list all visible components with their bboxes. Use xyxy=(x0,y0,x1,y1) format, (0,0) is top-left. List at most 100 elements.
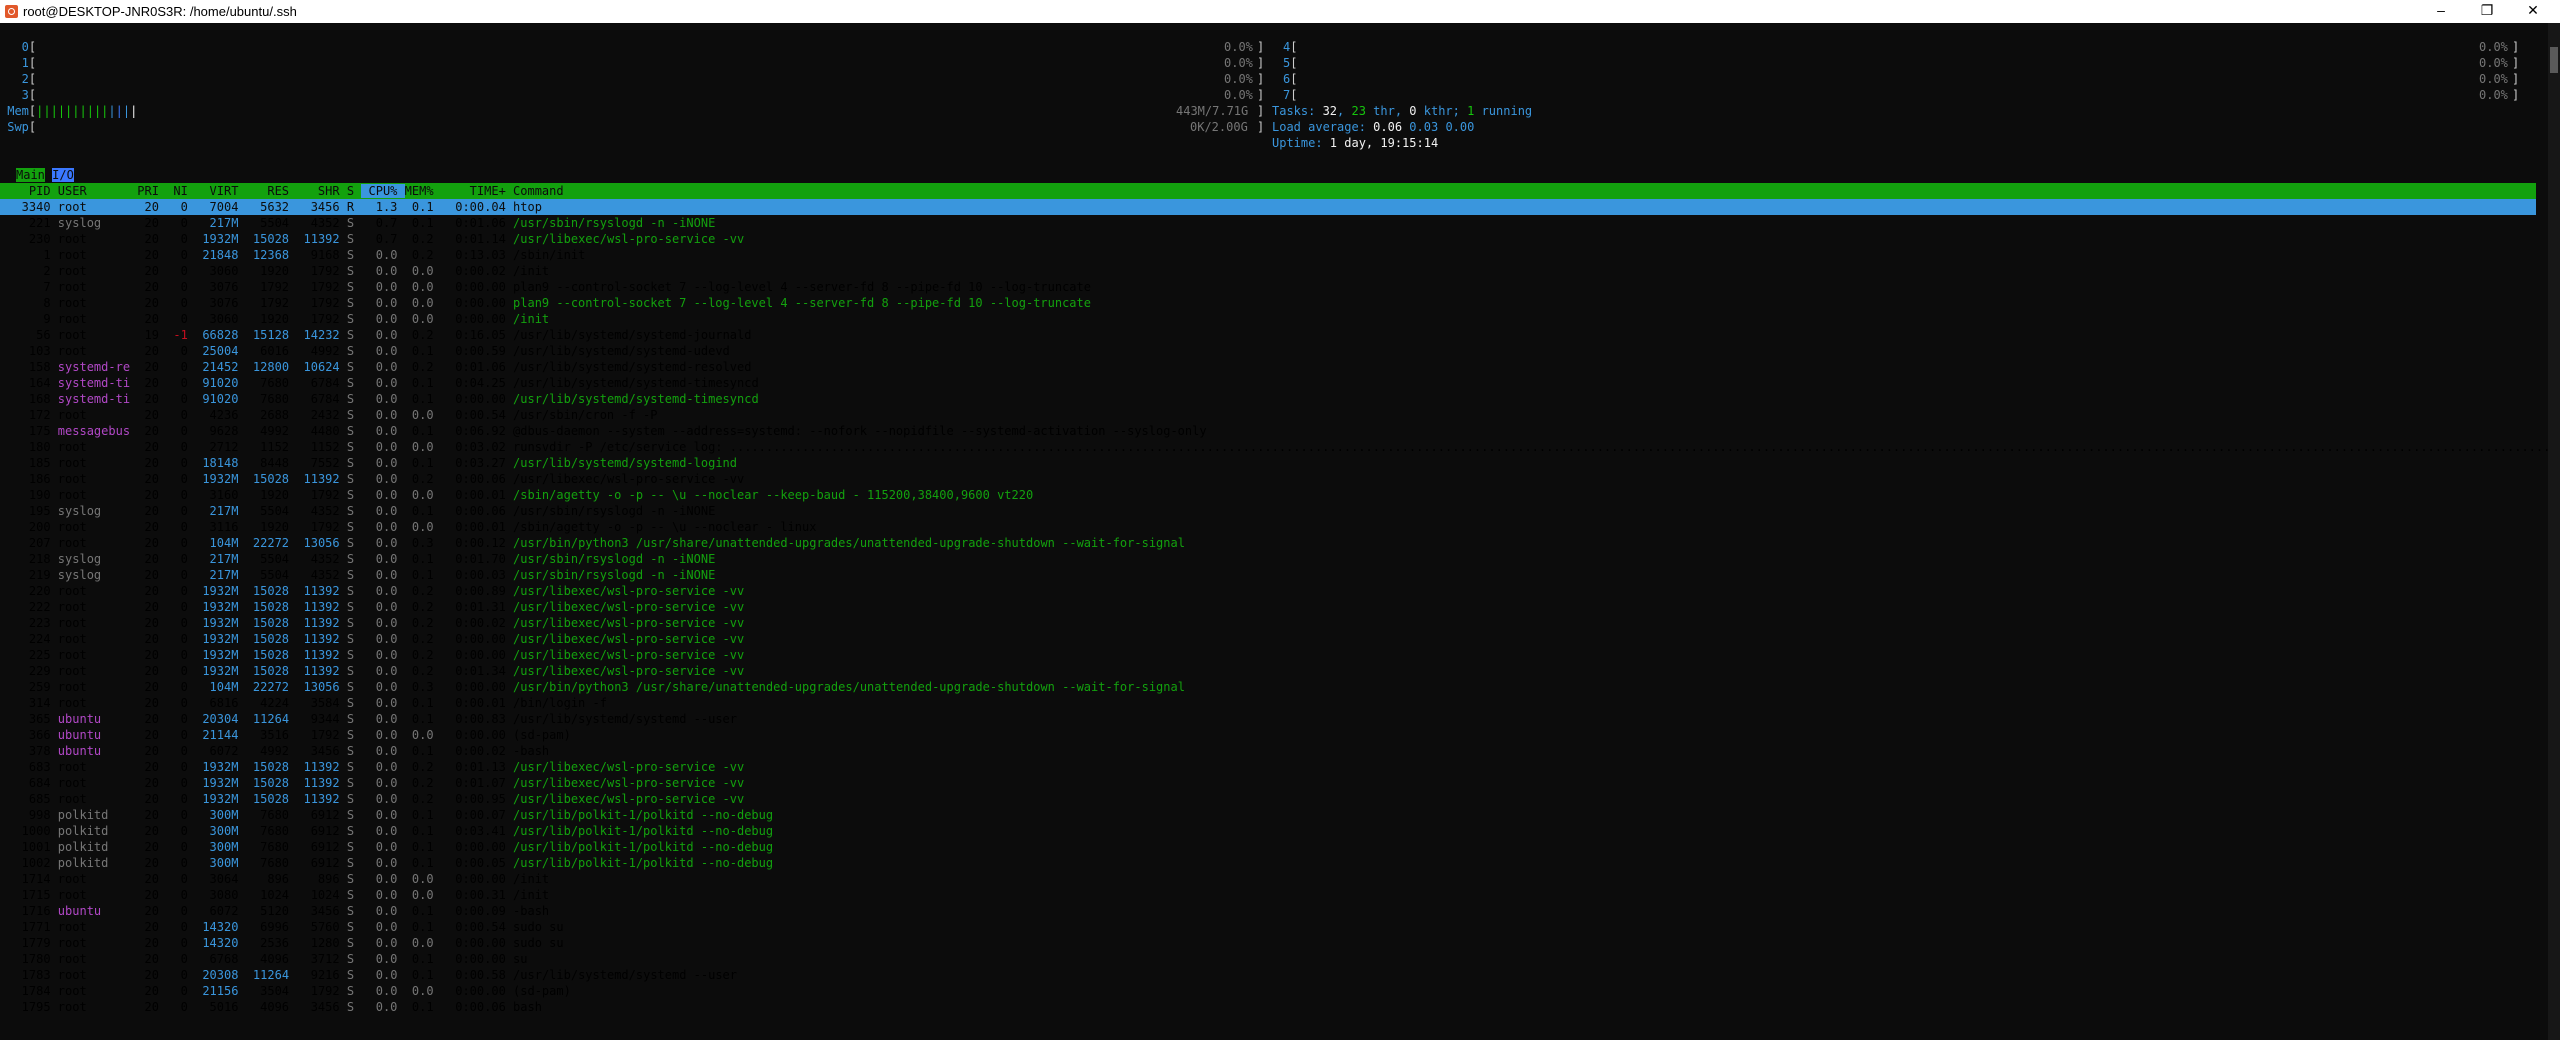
process-row[interactable]: 230 root 20 0 1932M 15028 11392 S 0.7 0.… xyxy=(0,231,2536,247)
col-cpu-header[interactable]: CPU% xyxy=(361,184,405,198)
process-row[interactable]: 1784 root 20 0 21156 3504 1792 S 0.0 0.0… xyxy=(0,983,2536,999)
process-row[interactable]: 219 syslog 20 0 217M 5504 4352 S 0.0 0.1… xyxy=(0,567,2536,583)
process-row[interactable]: 220 root 20 0 1932M 15028 11392 S 0.0 0.… xyxy=(0,583,2536,599)
process-row[interactable]: 223 root 20 0 1932M 15028 11392 S 0.0 0.… xyxy=(0,615,2536,631)
terminal-area[interactable]: 0[0.0%] 4[0.0%] 1[0.0%] 5[0.0%] 2[0.0%] 6[0… xyxy=(0,23,2548,1040)
process-pid: 180 xyxy=(0,440,58,454)
process-row[interactable]: 366 ubuntu 20 0 21144 3516 1792 S 0.0 0.… xyxy=(0,727,2536,743)
process-pid: 1002 xyxy=(0,856,58,870)
process-row[interactable]: 195 syslog 20 0 217M 5504 4352 S 0.0 0.1… xyxy=(0,503,2536,519)
memory-meter-bar: | xyxy=(130,104,138,118)
process-row[interactable]: 7 root 20 0 3076 1792 1792 S 0.0 0.0 0:0… xyxy=(0,279,2536,295)
process-row[interactable]: 180 root 20 0 2712 1152 1152 S 0.0 0.0 0… xyxy=(0,439,2548,455)
process-command: /usr/libexec/wsl-pro-service -vv xyxy=(513,232,745,246)
process-row[interactable]: 168 systemd-ti 20 0 91020 7680 6784 S 0.… xyxy=(0,391,2536,407)
process-row[interactable]: 172 root 20 0 4236 2688 2432 S 0.0 0.0 0… xyxy=(0,407,2536,423)
process-virt: 6768 xyxy=(195,952,246,966)
process-row[interactable]: 222 root 20 0 1932M 15028 11392 S 0.0 0.… xyxy=(0,599,2536,615)
process-row[interactable]: 190 root 20 0 3160 1920 1792 S 0.0 0.0 0… xyxy=(0,487,2536,503)
process-row[interactable]: 1715 root 20 0 3080 1024 1024 S 0.0 0.0 … xyxy=(0,887,2536,903)
process-time: 0:00.06 xyxy=(440,1000,514,1014)
col-command-header[interactable]: Command xyxy=(513,184,564,198)
process-res-thousands: 15 xyxy=(245,616,268,630)
process-row[interactable]: 684 root 20 0 1932M 15028 11392 S 0.0 0.… xyxy=(0,775,2536,791)
process-row[interactable]: 1000 polkitd 20 0 300M 7680 6912 S 0.0 0… xyxy=(0,823,2536,839)
process-shr-thousands: 11 xyxy=(296,600,318,614)
process-row[interactable]: 998 polkitd 20 0 300M 7680 6912 S 0.0 0.… xyxy=(0,807,2536,823)
process-row[interactable]: 1771 root 20 0 14320 6996 5760 S 0.0 0.1… xyxy=(0,919,2536,935)
col-res-header[interactable]: RES xyxy=(246,184,297,198)
process-row[interactable]: 158 systemd-re 20 0 21452 12800 10624 S … xyxy=(0,359,2536,375)
process-row[interactable]: 185 root 20 0 18148 8448 7552 S 0.0 0.1 … xyxy=(0,455,2536,471)
process-row[interactable]: 1001 polkitd 20 0 300M 7680 6912 S 0.0 0… xyxy=(0,839,2536,855)
process-row[interactable]: 103 root 20 0 25004 6016 4992 S 0.0 0.1 … xyxy=(0,343,2536,359)
process-shr-units: 624 xyxy=(317,360,347,374)
process-row[interactable]: 1 root 20 0 21848 12368 9168 S 0.0 0.2 0… xyxy=(0,247,2536,263)
process-row[interactable]: 1716 ubuntu 20 0 6072 5120 3456 S 0.0 0.… xyxy=(0,903,2536,919)
process-row[interactable]: 224 root 20 0 1932M 15028 11392 S 0.0 0.… xyxy=(0,631,2536,647)
process-mem: 0.1 xyxy=(404,808,441,822)
process-row[interactable]: 225 root 20 0 1932M 15028 11392 S 0.0 0.… xyxy=(0,647,2536,663)
cpu-meter-bracket: ] xyxy=(1257,56,1265,70)
tab-main[interactable]: Main xyxy=(16,168,45,182)
process-row[interactable]: 259 root 20 0 104M 22272 13056 S 0.0 0.3… xyxy=(0,679,2536,695)
process-row[interactable]: 221 syslog 20 0 217M 5504 4352 S 0.7 0.1… xyxy=(0,215,2536,231)
process-row[interactable]: 175 messagebus 20 0 9628 4992 4480 S 0.0… xyxy=(0,423,2536,439)
process-row[interactable]: 378 ubuntu 20 0 6072 4992 3456 S 0.0 0.1… xyxy=(0,743,2536,759)
process-res: 15028 xyxy=(246,776,297,790)
process-time: 0:00.05 xyxy=(440,856,514,870)
process-row[interactable]: 365 ubuntu 20 0 20304 11264 9344 S 0.0 0… xyxy=(0,711,2536,727)
process-time: 0:00.00 xyxy=(440,648,514,662)
process-row[interactable]: 56 root 19 -1 66828 15128 14232 S 0.0 0.… xyxy=(0,327,2536,343)
process-mem: 0.1 xyxy=(404,968,441,982)
process-nice: 0 xyxy=(166,856,196,870)
process-row[interactable]: 207 root 20 0 104M 22272 13056 S 0.0 0.3… xyxy=(0,535,2536,551)
process-row[interactable]: 200 root 20 0 3116 1920 1792 S 0.0 0.0 0… xyxy=(0,519,2536,535)
process-row[interactable]: 1714 root 20 0 3064 896 896 S 0.0 0.0 0:… xyxy=(0,871,2536,887)
process-row[interactable]: 2 root 20 0 3060 1920 1792 S 0.0 0.0 0:0… xyxy=(0,263,2536,279)
process-row[interactable]: 186 root 20 0 1932M 15028 11392 S 0.0 0.… xyxy=(0,471,2536,487)
col-state-header[interactable]: S xyxy=(347,184,361,198)
process-row[interactable]: 1779 root 20 0 14320 2536 1280 S 0.0 0.0… xyxy=(0,935,2536,951)
process-row[interactable]: 685 root 20 0 1932M 15028 11392 S 0.0 0.… xyxy=(0,791,2536,807)
close-button[interactable]: ✕ xyxy=(2510,0,2556,23)
col-mem-header[interactable]: MEM% xyxy=(405,184,441,198)
process-row[interactable]: 314 root 20 0 6816 4224 3584 S 0.0 0.1 0… xyxy=(0,695,2536,711)
tab-io[interactable]: I/O xyxy=(52,168,74,182)
process-row[interactable]: 1002 polkitd 20 0 300M 7680 6912 S 0.0 0… xyxy=(0,855,2536,871)
process-row[interactable]: 8 root 20 0 3076 1792 1792 S 0.0 0.0 0:0… xyxy=(0,295,2536,311)
minimize-button[interactable]: – xyxy=(2418,0,2464,23)
process-row[interactable]: 3340 root 20 0 7004 5632 3456 R 1.3 0.1 … xyxy=(0,199,2536,215)
process-state: S xyxy=(346,536,362,550)
process-row[interactable]: 9 root 20 0 3060 1920 1792 S 0.0 0.0 0:0… xyxy=(0,311,2536,327)
col-pid-header[interactable]: PID xyxy=(0,184,58,198)
process-shr: 1792 xyxy=(296,280,347,294)
process-row[interactable]: 218 syslog 20 0 217M 5504 4352 S 0.0 0.1… xyxy=(0,551,2536,567)
process-priority: 20 xyxy=(137,840,167,854)
process-nice: 0 xyxy=(166,360,196,374)
col-time-header[interactable]: TIME+ xyxy=(441,184,513,198)
memory-meter-bar: | xyxy=(115,104,123,118)
process-row[interactable]: 1783 root 20 0 20308 11264 9216 S 0.0 0.… xyxy=(0,967,2536,983)
process-row[interactable]: 683 root 20 0 1932M 15028 11392 S 0.0 0.… xyxy=(0,759,2536,775)
process-row[interactable]: 229 root 20 0 1932M 15028 11392 S 0.0 0.… xyxy=(0,663,2536,679)
terminal-scrollbar[interactable] xyxy=(2548,23,2560,1040)
scrollbar-thumb[interactable] xyxy=(2550,47,2558,73)
col-virt-header[interactable]: VIRT xyxy=(195,184,246,198)
process-row[interactable]: 1795 root 20 0 5016 4096 3456 S 0.0 0.1 … xyxy=(0,999,2536,1015)
col-ni-header[interactable]: NI xyxy=(166,184,195,198)
process-row[interactable]: 164 systemd-ti 20 0 91020 7680 6784 S 0.… xyxy=(0,375,2536,391)
process-virt: 20304 xyxy=(195,712,246,726)
col-user-header[interactable]: USER xyxy=(58,184,137,198)
process-row[interactable]: 1780 root 20 0 6768 4096 3712 S 0.0 0.1 … xyxy=(0,951,2536,967)
maximize-button[interactable]: ❐ xyxy=(2464,0,2510,23)
process-mem: 0.1 xyxy=(404,552,441,566)
process-virt: 217M xyxy=(195,504,246,518)
col-pri-header[interactable]: PRI xyxy=(137,184,166,198)
process-user: root xyxy=(57,520,138,534)
process-shr: 6912 xyxy=(296,856,347,870)
process-virt: 6072 xyxy=(195,904,246,918)
process-res-units: 028 xyxy=(267,616,297,630)
col-shr-header[interactable]: SHR xyxy=(296,184,347,198)
process-res: 4992 xyxy=(245,424,297,438)
